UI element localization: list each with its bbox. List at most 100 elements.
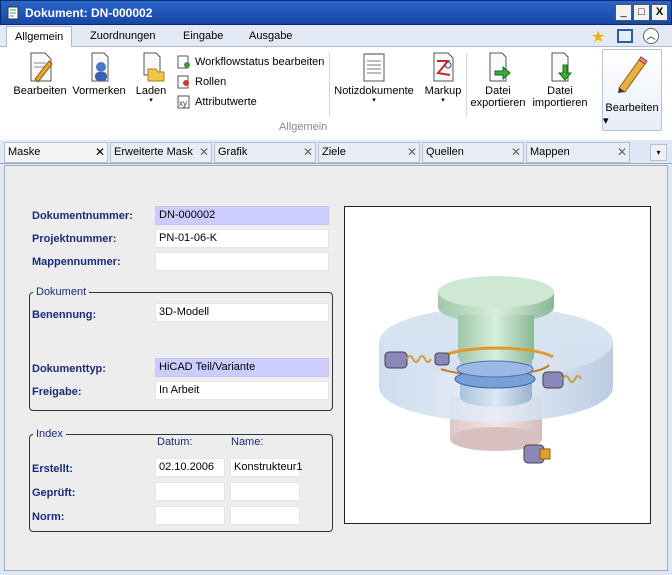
- freigabe-label: Freigabe:: [32, 386, 82, 398]
- ribbon-body: Bearbeiten Vormerken Laden ▾ Workflowsta…: [0, 47, 672, 140]
- window-layout-icon[interactable]: [617, 29, 633, 43]
- datei-exportieren-label-2: exportieren: [470, 97, 526, 109]
- bearbeiten-large-button[interactable]: Bearbeiten ▾: [602, 49, 662, 131]
- document-app-icon: [7, 6, 19, 20]
- rollen-button[interactable]: Rollen: [177, 73, 226, 91]
- doc-tab-maske[interactable]: Maske ✕: [4, 142, 108, 163]
- dokumentnummer-field[interactable]: DN-000002: [155, 206, 329, 225]
- tab-allgemein[interactable]: Allgemein: [6, 26, 73, 48]
- notizdokumente-dropdown-icon: ▾: [372, 97, 376, 104]
- tab-zuordnungen[interactable]: Zuordnungen: [82, 26, 163, 47]
- close-tab-icon[interactable]: ✕: [303, 143, 313, 162]
- title-bar: Dokument: DN-000002 _ □ X: [0, 0, 672, 25]
- freigabe-field[interactable]: In Arbeit: [155, 381, 329, 400]
- bearbeiten-label: Bearbeiten: [13, 85, 67, 97]
- tab-ausgabe[interactable]: Ausgabe: [241, 26, 300, 47]
- cad-model-image: [379, 276, 613, 464]
- notizdokumente-button[interactable]: Notizdokumente ▾: [333, 51, 415, 105]
- favorite-star-icon[interactable]: ★: [591, 27, 605, 47]
- name-column-header: Name:: [231, 436, 264, 448]
- attributwerte-button[interactable]: xy Attributwerte: [177, 93, 257, 111]
- maximize-button[interactable]: □: [633, 4, 650, 21]
- norm-label: Norm:: [32, 511, 65, 523]
- mappennummer-field[interactable]: [155, 252, 329, 271]
- geprueft-label: Geprüft:: [32, 487, 76, 499]
- reserve-user-icon: [91, 52, 109, 82]
- roles-icon: [177, 75, 189, 89]
- doc-tab-quellen[interactable]: Quellen ✕: [422, 142, 524, 163]
- tab-list-dropdown-icon[interactable]: ▾: [650, 144, 667, 161]
- datei-importieren-label-1: Datei: [547, 85, 573, 97]
- datei-importieren-button[interactable]: Datei importieren: [530, 51, 590, 109]
- notepad-icon: [363, 53, 385, 82]
- close-tab-icon[interactable]: ✕: [617, 143, 627, 162]
- geprueft-datum-field[interactable]: [155, 482, 225, 501]
- mappennummer-label: Mappennummer:: [32, 256, 121, 268]
- projektnummer-label: Projektnummer:: [32, 233, 117, 245]
- norm-datum-field[interactable]: [155, 506, 225, 525]
- workflow-icon: [177, 55, 190, 69]
- doc-tab-label: Maske: [8, 146, 41, 158]
- tab-eingabe[interactable]: Eingabe: [175, 26, 231, 47]
- doc-tab-mappen[interactable]: Mappen ✕: [526, 142, 630, 163]
- workflowstatus-label: Workflowstatus bearbeiten: [195, 56, 325, 68]
- markup-dropdown-icon: ▾: [441, 97, 445, 104]
- markup-icon: [433, 52, 454, 82]
- dokumenttyp-field[interactable]: HiCAD Teil/Variante: [155, 358, 329, 377]
- datei-importieren-label-2: importieren: [532, 97, 588, 109]
- norm-name-field[interactable]: [230, 506, 300, 525]
- laden-label: Laden: [135, 85, 167, 97]
- export-file-icon: [489, 52, 511, 82]
- ribbon-separator: [466, 53, 467, 117]
- doc-tab-label: Erweiterte Mask: [114, 146, 193, 158]
- datei-exportieren-button[interactable]: Datei exportieren: [468, 51, 528, 109]
- svg-text:xy: xy: [179, 99, 187, 108]
- doc-tab-label: Grafik: [218, 146, 248, 158]
- ribbon-tab-strip: Allgemein Zuordnungen Eingabe Ausgabe ★ …: [0, 25, 672, 48]
- attributwerte-label: Attributwerte: [195, 96, 257, 108]
- doc-tab-ziele[interactable]: Ziele ✕: [318, 142, 420, 163]
- vormerken-button[interactable]: Vormerken: [71, 51, 127, 97]
- erstellt-label: Erstellt:: [32, 463, 73, 475]
- doc-tab-label: Ziele: [322, 146, 346, 158]
- erstellt-name-field[interactable]: Konstrukteur1: [230, 458, 302, 477]
- laden-button[interactable]: Laden ▾: [132, 51, 170, 105]
- ribbon-separator: [329, 53, 330, 117]
- doc-tab-label: Quellen: [426, 146, 464, 158]
- notizdokumente-label: Notizdokumente: [334, 85, 414, 97]
- markup-button[interactable]: Markup ▾: [420, 51, 466, 105]
- close-tab-icon[interactable]: ✕: [95, 143, 105, 162]
- dokumenttyp-label: Dokumenttyp:: [32, 363, 106, 375]
- vormerken-label: Vormerken: [72, 85, 126, 97]
- edit-document-icon: [30, 52, 53, 83]
- laden-dropdown-icon: ▾: [149, 97, 153, 104]
- projektnummer-field[interactable]: PN-01-06-K: [155, 229, 329, 248]
- close-tab-icon[interactable]: ✕: [199, 143, 209, 162]
- dokumentnummer-label: Dokumentnummer:: [32, 210, 133, 222]
- bearbeiten-large-label: Bearbeiten: [605, 102, 659, 114]
- close-button[interactable]: X: [651, 4, 668, 21]
- close-tab-icon[interactable]: ✕: [407, 143, 417, 162]
- document-tab-strip: Maske ✕ Erweiterte Mask ✕ Grafik ✕ Ziele ✕ Q…: [0, 140, 672, 164]
- geprueft-name-field[interactable]: [230, 482, 300, 501]
- dokument-group-title: Dokument: [33, 286, 90, 298]
- workflowstatus-button[interactable]: Workflowstatus bearbeiten: [177, 53, 324, 71]
- close-tab-icon[interactable]: ✕: [511, 143, 521, 162]
- rollen-label: Rollen: [195, 76, 227, 88]
- load-folder-icon: [143, 52, 165, 82]
- doc-tab-label: Mappen: [530, 146, 570, 158]
- pencil-icon: [618, 56, 648, 93]
- benennung-field[interactable]: 3D-Modell: [155, 303, 329, 322]
- erstellt-datum-field[interactable]: 02.10.2006: [155, 458, 225, 477]
- doc-tab-erweiterte-maske[interactable]: Erweiterte Mask ✕: [110, 142, 212, 163]
- import-file-icon: [551, 52, 573, 82]
- collapse-ribbon-icon[interactable]: ︿: [643, 28, 659, 44]
- form-panel: Dokumentnummer: DN-000002 Projektnummer:…: [4, 165, 668, 571]
- attribute-values-icon: xy: [177, 95, 190, 109]
- benennung-label: Benennung:: [32, 309, 97, 321]
- minimize-button[interactable]: _: [615, 4, 632, 21]
- index-group-title: Index: [33, 428, 66, 440]
- doc-tab-grafik[interactable]: Grafik ✕: [214, 142, 316, 163]
- bearbeiten-button[interactable]: Bearbeiten: [12, 51, 68, 97]
- ribbon: Allgemein Zuordnungen Eingabe Ausgabe ★ …: [0, 25, 672, 140]
